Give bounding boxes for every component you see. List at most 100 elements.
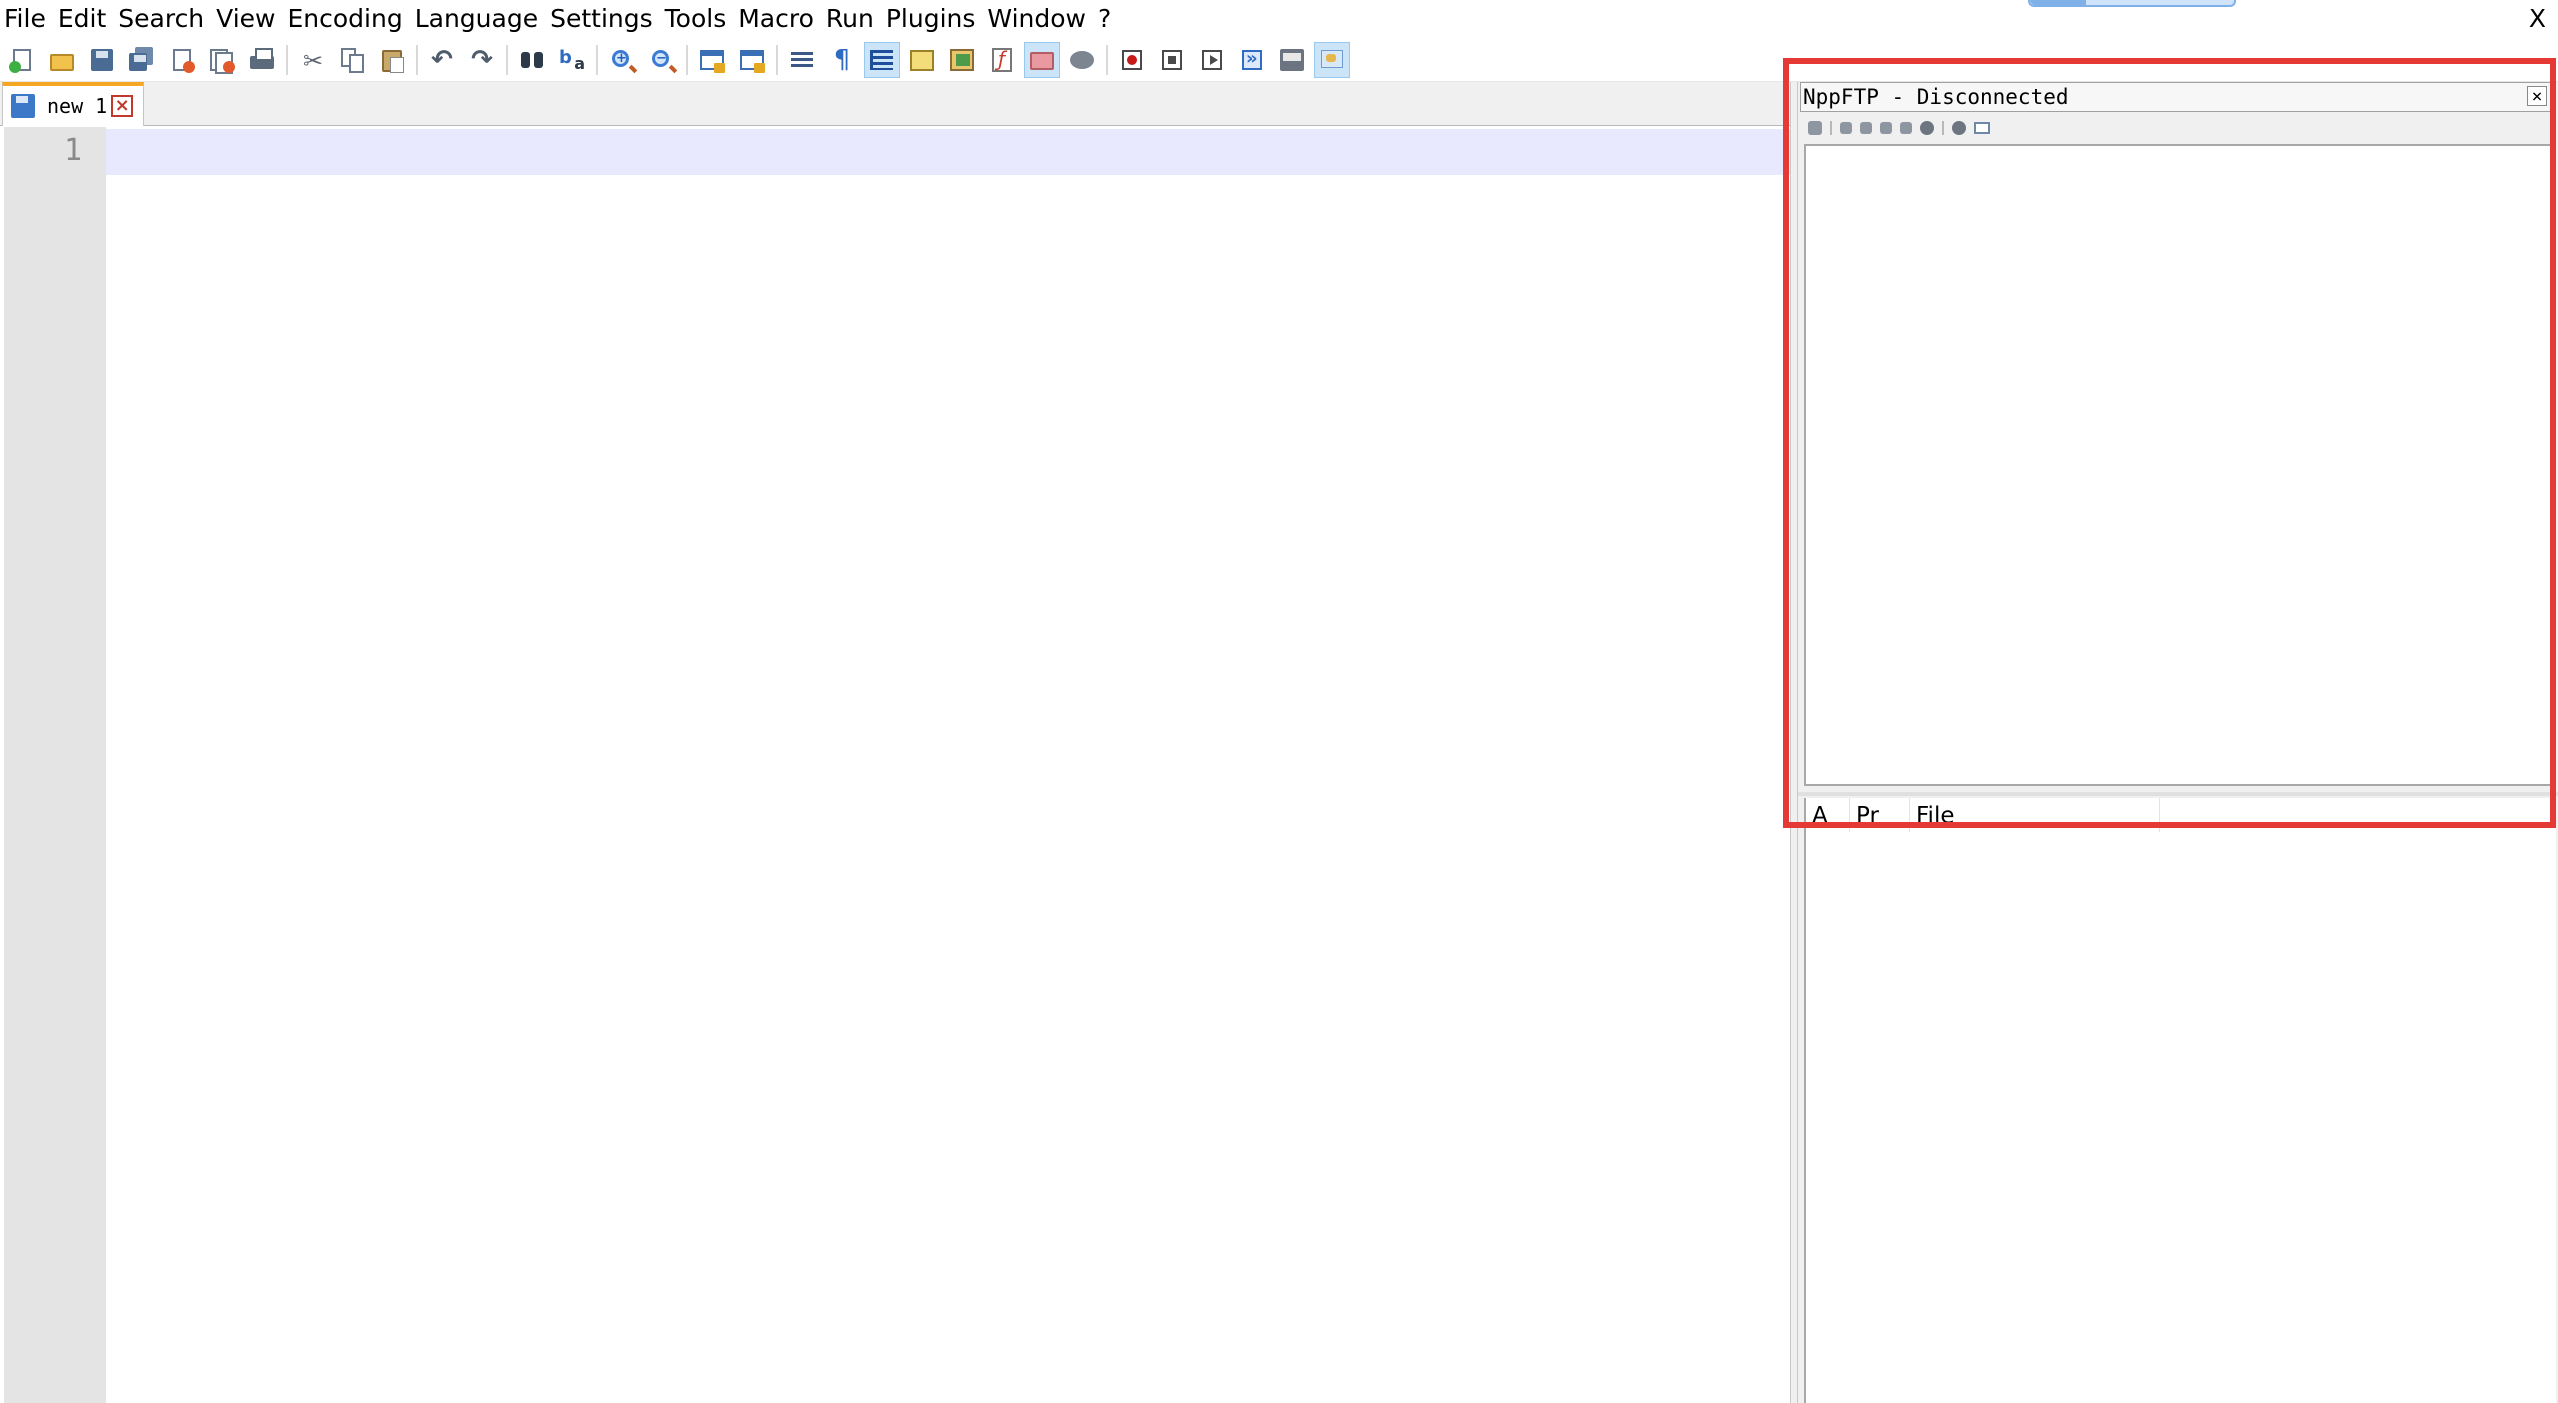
tab-bar: new 1 × xyxy=(0,82,1790,126)
abort-icon[interactable] xyxy=(1920,121,1934,135)
document-map-button[interactable] xyxy=(944,42,980,78)
function-list-button[interactable] xyxy=(984,42,1020,78)
new-file-button[interactable] xyxy=(4,42,40,78)
save-icon xyxy=(89,47,115,73)
zoom-in-button[interactable]: + xyxy=(604,42,640,78)
nppftp-title: NppFTP - Disconnected xyxy=(1803,85,2069,109)
menu-view[interactable]: View xyxy=(210,0,281,38)
menu-edit[interactable]: Edit xyxy=(52,0,112,38)
refresh-icon[interactable] xyxy=(1900,122,1912,134)
menu-run[interactable]: Run xyxy=(820,0,880,38)
menu-macro[interactable]: Macro xyxy=(732,0,820,38)
undo-button[interactable]: ↶ xyxy=(424,42,460,78)
paste-button[interactable] xyxy=(374,42,410,78)
zoom-out-button[interactable]: − xyxy=(644,42,680,78)
editor-area[interactable]: 1 xyxy=(0,127,1790,1403)
queue-header: A Pr File xyxy=(1806,798,2546,832)
toolbar-separator xyxy=(416,44,418,75)
toolbar-separator xyxy=(1106,44,1108,75)
replace-button[interactable]: ba xyxy=(554,42,590,78)
upload-icon[interactable] xyxy=(1880,122,1892,134)
monitoring-icon xyxy=(1069,47,1095,73)
replace-icon: ba xyxy=(559,46,585,73)
save-all-button[interactable] xyxy=(124,42,160,78)
queue-column-file[interactable]: File xyxy=(1910,798,2160,832)
nppftp-transfer-queue[interactable]: A Pr File xyxy=(1804,798,2556,1403)
current-line-highlight[interactable] xyxy=(106,129,1790,175)
line-number-gutter: 1 xyxy=(4,127,106,1403)
save-button[interactable] xyxy=(84,42,120,78)
menu-language[interactable]: Language xyxy=(409,0,544,38)
stop-recording-button[interactable] xyxy=(1154,42,1190,78)
toolbar-separator xyxy=(776,44,778,75)
sync-horizontal-icon xyxy=(739,47,765,73)
play-icon xyxy=(1199,47,1225,73)
queue-column-action[interactable]: A xyxy=(1806,798,1850,832)
word-wrap-button[interactable] xyxy=(784,42,820,78)
settings-icon[interactable] xyxy=(1952,121,1966,135)
word-wrap-icon xyxy=(789,47,815,73)
toolbar: ✂ ↶ ↷ ba + − ¶ xyxy=(0,38,2558,82)
queue-column-progress[interactable]: Pr xyxy=(1850,798,1910,832)
menu-search[interactable]: Search xyxy=(112,0,210,38)
playback-macro-button[interactable] xyxy=(1194,42,1230,78)
disconnect-icon[interactable] xyxy=(1840,122,1852,134)
menu-help[interactable]: ? xyxy=(1092,0,1117,38)
find-button[interactable] xyxy=(514,42,550,78)
line-number: 1 xyxy=(63,133,82,168)
function-list-icon xyxy=(989,47,1015,73)
folder-workspace-icon xyxy=(1029,47,1055,73)
menu-plugins[interactable]: Plugins xyxy=(880,0,982,38)
save-macro-button[interactable] xyxy=(1274,42,1310,78)
open-file-icon xyxy=(49,47,75,73)
save-macro-icon xyxy=(1279,47,1305,73)
tab-new-1[interactable]: new 1 × xyxy=(2,82,144,126)
redo-button[interactable]: ↷ xyxy=(464,42,500,78)
nppftp-plugin-button[interactable] xyxy=(1314,41,1350,78)
indent-guide-icon xyxy=(869,47,895,73)
title-drag-handle[interactable] xyxy=(2028,0,2236,7)
cut-button[interactable]: ✂ xyxy=(294,42,330,78)
menu-bar: File Edit Search View Encoding Language … xyxy=(0,0,2558,38)
nppftp-pane-divider[interactable] xyxy=(1798,792,2558,796)
toolbar-separator xyxy=(286,44,288,75)
tab-close-button[interactable]: × xyxy=(111,95,134,117)
print-button[interactable] xyxy=(244,42,280,78)
menu-tools[interactable]: Tools xyxy=(659,0,733,38)
unsaved-file-icon xyxy=(11,94,35,118)
record-macro-button[interactable] xyxy=(1114,42,1150,78)
close-file-icon xyxy=(169,47,195,73)
copy-icon xyxy=(339,47,365,73)
menu-settings[interactable]: Settings xyxy=(544,0,659,38)
close-document-button[interactable]: X xyxy=(2523,0,2552,38)
download-icon[interactable] xyxy=(1860,122,1872,134)
nppftp-panel: NppFTP - Disconnected × A Pr File xyxy=(1798,82,2558,1403)
paste-icon xyxy=(379,47,405,73)
printer-icon xyxy=(249,47,275,73)
close-all-icon xyxy=(209,47,235,74)
language-button[interactable] xyxy=(904,42,940,78)
run-macro-multiple-button[interactable] xyxy=(1234,42,1270,78)
menu-window[interactable]: Window xyxy=(981,0,1092,38)
close-all-button[interactable] xyxy=(204,42,240,78)
menu-encoding[interactable]: Encoding xyxy=(281,0,408,38)
nppftp-file-tree[interactable] xyxy=(1804,144,2554,786)
folder-as-workspace-button[interactable] xyxy=(1024,41,1060,78)
undo-icon: ↶ xyxy=(431,44,453,75)
close-button[interactable] xyxy=(164,42,200,78)
nppftp-close-button[interactable]: × xyxy=(2527,86,2547,107)
indent-guide-button[interactable] xyxy=(864,41,900,78)
connect-icon[interactable] xyxy=(1808,121,1822,135)
message-window-icon[interactable] xyxy=(1974,122,1990,134)
stop-icon xyxy=(1159,47,1185,73)
panel-splitter[interactable] xyxy=(1790,82,1798,1403)
sync-vertical-button[interactable] xyxy=(694,42,730,78)
open-file-button[interactable] xyxy=(44,42,80,78)
monitoring-button[interactable] xyxy=(1064,42,1100,78)
menu-file[interactable]: File xyxy=(0,0,52,38)
show-all-characters-button[interactable]: ¶ xyxy=(824,42,860,78)
document-map-icon xyxy=(949,47,975,73)
copy-button[interactable] xyxy=(334,42,370,78)
sync-horizontal-button[interactable] xyxy=(734,42,770,78)
binoculars-icon xyxy=(519,47,545,73)
